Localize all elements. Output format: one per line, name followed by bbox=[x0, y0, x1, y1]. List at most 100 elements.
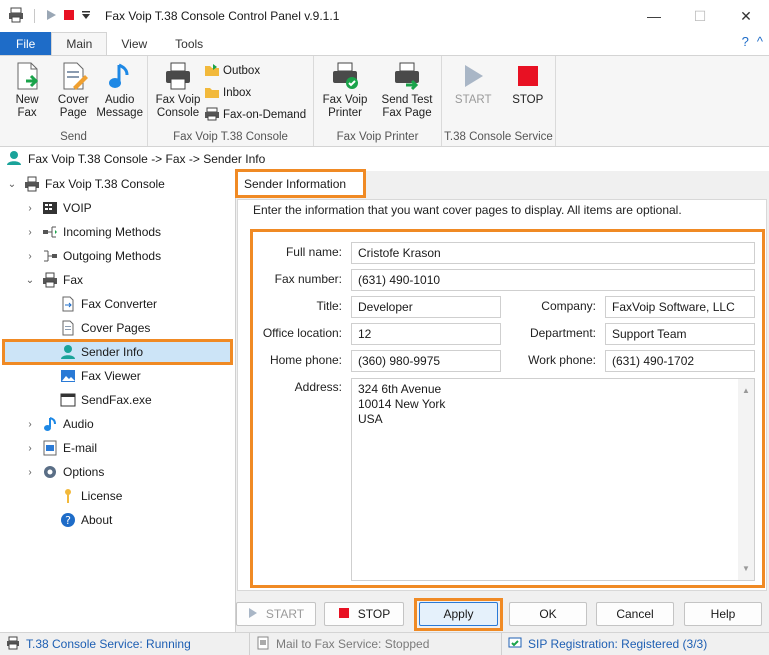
status-sip-registration[interactable]: SIP Registration: Registered (3/3) bbox=[502, 633, 713, 655]
window-title: Fax Voip T.38 Console Control Panel v.9.… bbox=[105, 9, 340, 23]
tree-item-audio[interactable]: › Audio bbox=[24, 412, 94, 436]
office-location-label: Office location: bbox=[262, 326, 342, 340]
fax-service-icon bbox=[6, 636, 20, 653]
cancel-button[interactable]: Cancel bbox=[596, 602, 674, 626]
scroll-down-icon[interactable]: ▼ bbox=[742, 561, 750, 576]
status-console-service[interactable]: T.38 Console Service: Running bbox=[0, 632, 250, 655]
music-note-icon bbox=[104, 60, 136, 92]
printer-send-icon bbox=[391, 60, 423, 92]
window-controls: — ☐ ✕ bbox=[631, 0, 769, 32]
home-phone-label: Home phone: bbox=[269, 353, 342, 367]
address-textarea[interactable]: 324 6th Avenue 10014 New York USA ▲ ▼ bbox=[351, 378, 755, 581]
sender-info-highlight bbox=[2, 339, 233, 365]
office-location-field[interactable]: 12 bbox=[351, 323, 501, 345]
chevron-down-icon[interactable]: ⌄ bbox=[24, 275, 36, 286]
qat-separator bbox=[34, 9, 35, 23]
close-button[interactable]: ✕ bbox=[723, 0, 769, 32]
tree-item-sendfax[interactable]: SendFax.exe bbox=[42, 388, 152, 412]
department-field[interactable]: Support Team bbox=[605, 323, 755, 345]
ribbon-group-console: Fax Voip Console Outbox Inbox Fax-on-Dem… bbox=[148, 56, 314, 146]
ok-button[interactable]: OK bbox=[509, 602, 587, 626]
question-icon: ? bbox=[60, 512, 76, 528]
cover-page-icon bbox=[57, 60, 89, 92]
fax-icon bbox=[42, 272, 58, 288]
tree-item-license[interactable]: License bbox=[42, 484, 122, 508]
qat-start-icon[interactable] bbox=[45, 9, 57, 24]
intro-text: Enter the information that you want cove… bbox=[253, 203, 682, 217]
address-scrollbar[interactable]: ▲ ▼ bbox=[738, 379, 754, 580]
work-phone-field[interactable]: (631) 490-1702 bbox=[605, 350, 755, 372]
gear-icon bbox=[42, 464, 58, 480]
play-icon bbox=[248, 607, 258, 622]
section-title: Sender Information bbox=[235, 169, 366, 198]
fax-machine-icon bbox=[162, 60, 194, 92]
incoming-methods-icon bbox=[42, 224, 58, 240]
chevron-down-icon[interactable]: ⌄ bbox=[6, 179, 18, 190]
minimize-button[interactable]: — bbox=[631, 0, 677, 32]
tab-view[interactable]: View bbox=[107, 32, 161, 55]
tree-item-voip[interactable]: › VOIP bbox=[24, 196, 91, 220]
title-bar: Fax Voip T.38 Console Control Panel v.9.… bbox=[0, 0, 769, 32]
keypad-icon bbox=[42, 200, 58, 216]
printer-check-icon bbox=[329, 60, 361, 92]
chevron-right-icon[interactable]: › bbox=[24, 443, 36, 454]
help-icon[interactable]: ? bbox=[742, 34, 749, 49]
tree-item-cover-pages[interactable]: Cover Pages bbox=[42, 316, 150, 340]
ribbon: New Fax Cover Page Audio Message Send Fa… bbox=[0, 55, 769, 147]
stop-button[interactable]: STOP bbox=[324, 602, 404, 626]
chevron-right-icon[interactable]: › bbox=[24, 467, 36, 478]
outbox-button[interactable]: Outbox bbox=[204, 62, 306, 80]
tab-main[interactable]: Main bbox=[51, 32, 108, 55]
inbox-button[interactable]: Inbox bbox=[204, 84, 306, 102]
fax-on-demand-button[interactable]: Fax-on-Demand bbox=[204, 106, 306, 124]
status-mail-service[interactable]: Mail to Fax Service: Stopped bbox=[250, 632, 502, 655]
full-name-field[interactable]: Cristofe Krason bbox=[351, 242, 755, 264]
breadcrumb: Fax Voip T.38 Console -> Fax -> Sender I… bbox=[0, 148, 769, 170]
start-button[interactable]: START bbox=[236, 602, 316, 626]
ribbon-group-service: START STOP T.38 Console Service bbox=[442, 56, 556, 146]
svg-text:?: ? bbox=[65, 514, 71, 527]
chevron-right-icon[interactable]: › bbox=[24, 251, 36, 262]
tree-item-fax-converter[interactable]: Fax Converter bbox=[42, 292, 157, 316]
fax-on-demand-icon bbox=[204, 107, 220, 124]
tab-tools[interactable]: Tools bbox=[161, 32, 217, 55]
console-window-icon bbox=[60, 392, 76, 408]
tab-file[interactable]: File bbox=[0, 32, 52, 55]
inbox-folder-icon bbox=[204, 85, 220, 102]
ribbon-group-label-printer: Fax Voip Printer bbox=[336, 131, 419, 143]
company-field[interactable]: FaxVoip Software, LLC bbox=[605, 296, 755, 318]
ribbon-right-controls: ? ^ bbox=[742, 34, 763, 49]
title-field[interactable]: Developer bbox=[351, 296, 501, 318]
collapse-ribbon-icon[interactable]: ^ bbox=[757, 34, 763, 49]
music-note-icon bbox=[42, 416, 58, 432]
tree-item-fax-viewer[interactable]: Fax Viewer bbox=[42, 364, 141, 388]
chevron-right-icon[interactable]: › bbox=[24, 419, 36, 430]
quick-access-toolbar bbox=[0, 7, 91, 26]
new-fax-icon bbox=[11, 60, 43, 92]
play-icon bbox=[457, 60, 489, 92]
tree-item-email[interactable]: › E-mail bbox=[24, 436, 97, 460]
apply-button[interactable]: Apply bbox=[419, 602, 498, 626]
qat-stop-icon[interactable] bbox=[63, 9, 75, 24]
maximize-button[interactable]: ☐ bbox=[677, 0, 723, 32]
status-bar: T.38 Console Service: Running Mail to Fa… bbox=[0, 632, 769, 655]
qat-dropdown-icon[interactable] bbox=[81, 9, 91, 24]
tree-item-fax[interactable]: ⌄ Fax bbox=[24, 268, 83, 292]
fax-number-field[interactable]: (631) 490-1010 bbox=[351, 269, 755, 291]
help-button[interactable]: Help bbox=[684, 602, 762, 626]
tree-item-options[interactable]: › Options bbox=[24, 460, 104, 484]
stop-icon bbox=[338, 607, 350, 622]
address-label: Address: bbox=[294, 380, 342, 394]
ribbon-group-send: New Fax Cover Page Audio Message Send bbox=[0, 56, 148, 146]
tree-item-root[interactable]: ⌄ Fax Voip T.38 Console bbox=[6, 172, 165, 196]
chevron-right-icon[interactable]: › bbox=[24, 203, 36, 214]
department-label: Department: bbox=[529, 326, 596, 340]
scroll-up-icon[interactable]: ▲ bbox=[742, 383, 750, 398]
home-phone-field[interactable]: (360) 980-9975 bbox=[351, 350, 501, 372]
chevron-right-icon[interactable]: › bbox=[24, 227, 36, 238]
tree-item-about[interactable]: ? About bbox=[42, 508, 112, 532]
ribbon-group-label-send: Send bbox=[60, 131, 87, 143]
tree-item-incoming-methods[interactable]: › Incoming Methods bbox=[24, 220, 161, 244]
navigation-tree: ⌄ Fax Voip T.38 Console › VOIP › Incomin… bbox=[0, 171, 235, 632]
tree-item-outgoing-methods[interactable]: › Outgoing Methods bbox=[24, 244, 161, 268]
